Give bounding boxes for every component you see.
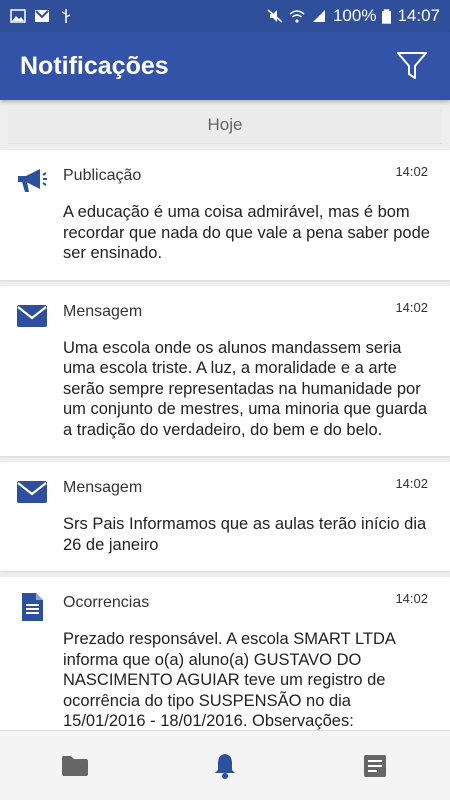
nav-notifications-button[interactable] xyxy=(185,736,265,796)
section-header-today: Hoje xyxy=(8,106,442,144)
bell-icon xyxy=(215,753,235,779)
nav-notes-button[interactable] xyxy=(335,736,415,796)
usb-icon xyxy=(61,9,71,23)
notification-type: Mensagem xyxy=(63,302,143,320)
envelope-icon xyxy=(17,481,47,503)
notification-list[interactable]: Hoje Publicação 14:02 A educação é uma c… xyxy=(0,100,450,730)
gmail-icon xyxy=(35,10,49,22)
notes-icon xyxy=(364,754,386,777)
page-title: Notificações xyxy=(20,51,169,80)
folder-icon xyxy=(62,755,88,776)
megaphone-icon xyxy=(18,169,47,192)
notification-time: 14:02 xyxy=(395,591,428,606)
notification-time: 14:02 xyxy=(395,299,428,315)
mute-icon xyxy=(267,9,283,23)
notification-time: 14:02 xyxy=(395,476,428,491)
notification-text: Uma escola onde os alunos mandassem seri… xyxy=(63,338,428,439)
notification-type: Mensagem xyxy=(63,479,143,496)
wifi-icon xyxy=(289,10,305,23)
notification-card[interactable]: Publicação 14:02 A educação é uma coisa … xyxy=(0,150,450,280)
notification-card[interactable]: Ocorrencias 14:02 Prezado responsável. A… xyxy=(0,577,450,730)
document-icon xyxy=(22,593,43,621)
notification-text: Srs Pais Informamos que as aulas terão i… xyxy=(63,515,427,554)
notification-card[interactable]: Mensagem 14:02 Srs Pais Informamos que a… xyxy=(0,462,450,571)
notification-card[interactable]: Mensagem 14:02 Uma escola onde os alunos… xyxy=(0,285,450,456)
notification-text: Prezado responsável. A escola SMART LTDA… xyxy=(63,630,396,730)
nav-folder-button[interactable] xyxy=(35,736,115,796)
envelope-icon xyxy=(17,304,47,327)
gallery-icon xyxy=(10,9,26,23)
battery-level: 100% xyxy=(332,6,377,25)
app-bar: Notificações xyxy=(0,32,450,100)
notification-text: A educação é uma coisa admirável, mas é … xyxy=(63,203,430,262)
clock: 14:07 xyxy=(397,6,440,25)
status-bar: 100% 14:07 xyxy=(0,0,450,32)
notification-type: Publicação xyxy=(63,167,142,184)
filter-button[interactable] xyxy=(394,48,430,84)
signal-icon xyxy=(312,10,325,22)
notification-time: 14:02 xyxy=(395,164,428,179)
bottom-navigation xyxy=(0,730,450,800)
notification-type: Ocorrencias xyxy=(63,594,150,611)
filter-icon xyxy=(397,52,427,79)
battery-icon xyxy=(382,8,392,24)
